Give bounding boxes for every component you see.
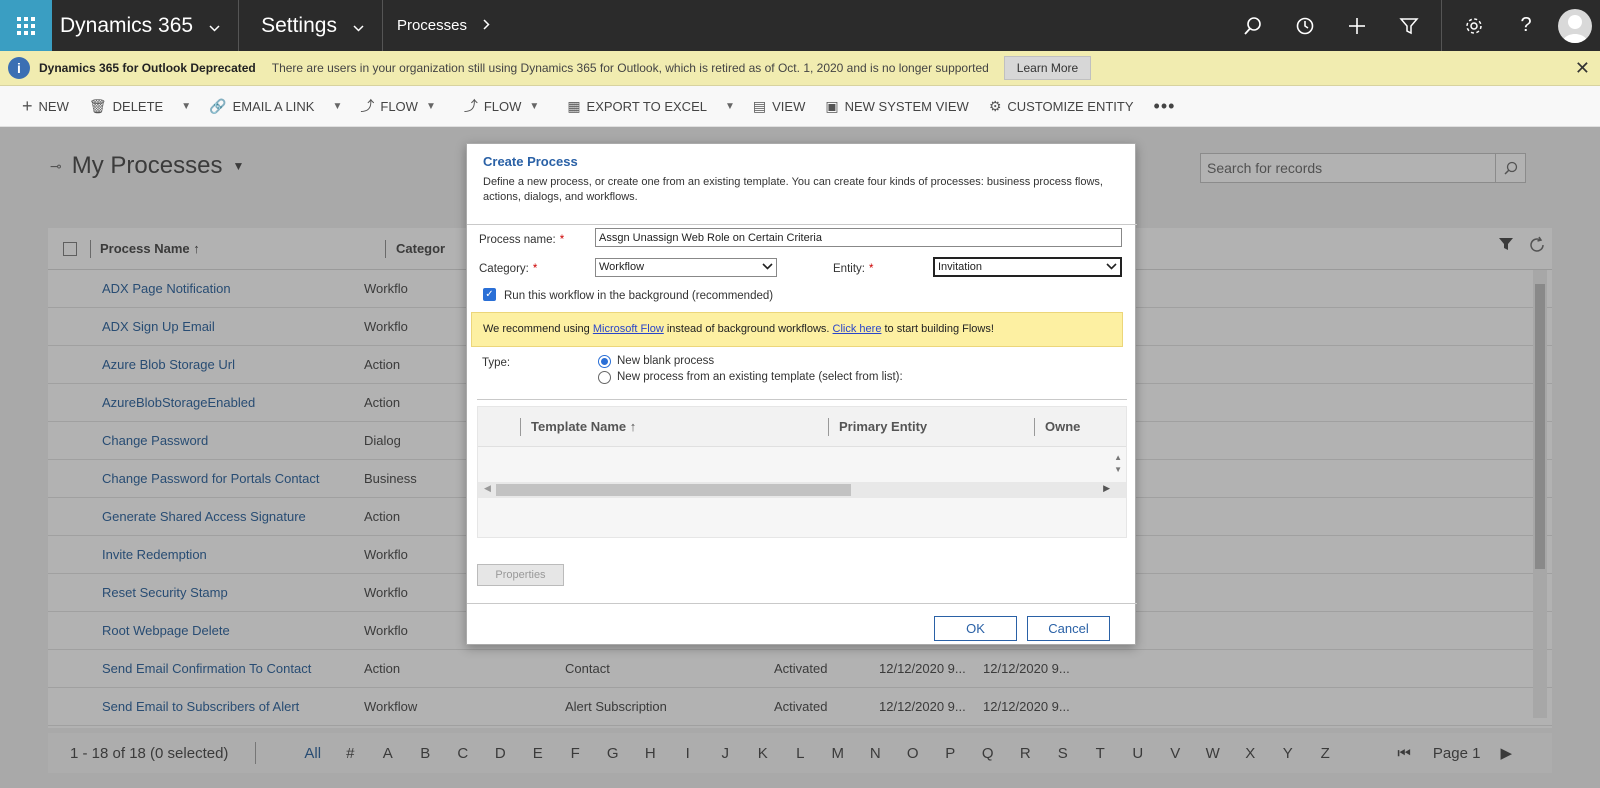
dialog-description: Define a new process, or create one from… (483, 176, 1103, 203)
template-grid-hscroll[interactable]: ◀ ▶ (478, 482, 1126, 498)
help-icon[interactable]: ? (1500, 0, 1552, 51)
chevron-down-icon (1106, 259, 1117, 276)
chevron-down-icon (762, 259, 773, 276)
customize-icon: ⚙ (988, 97, 1002, 114)
view-button[interactable]: ▤ VIEW (743, 86, 815, 127)
banner-title: Dynamics 365 for Outlook Deprecated (39, 61, 256, 75)
flow-icon: ⤴ (463, 98, 478, 114)
email-dropdown-icon[interactable]: ▼ (324, 101, 350, 112)
click-here-link[interactable]: Click here (833, 323, 882, 335)
microsoft-flow-link[interactable]: Microsoft Flow (593, 323, 664, 335)
customize-label: CUSTOMIZE ENTITY (1007, 98, 1134, 114)
chevron-down-icon (209, 14, 220, 38)
filter-icon[interactable] (1383, 0, 1435, 51)
breadcrumb[interactable]: Processes (383, 0, 504, 51)
dialog-title: Create Process (483, 154, 578, 169)
rec-text-middle: instead of background workflows. (663, 323, 833, 335)
chevron-right-icon (483, 17, 490, 34)
rec-text-suffix: to start building Flows! (881, 323, 994, 335)
scroll-left-icon[interactable]: ◀ (484, 483, 491, 494)
rec-text-prefix: We recommend using (483, 323, 593, 335)
new-button[interactable]: + NEW (0, 86, 79, 127)
template-process-radio[interactable] (598, 371, 611, 384)
scroll-right-icon[interactable]: ▶ (1103, 483, 1110, 494)
email-link-button[interactable]: 🔗 EMAIL A LINK (199, 86, 324, 127)
app-switcher[interactable]: Dynamics 365 (52, 0, 240, 51)
view-label: VIEW (772, 98, 806, 114)
plus-icon[interactable] (1331, 0, 1383, 51)
properties-button[interactable]: Properties (477, 564, 564, 586)
column-header-primary-entity[interactable]: Primary Entity (839, 419, 1034, 434)
area-title: Settings (261, 13, 337, 37)
excel-icon: ▦ (567, 97, 581, 114)
entity-label: Entity: * (833, 263, 874, 275)
deprecation-banner: i Dynamics 365 for Outlook Deprecated Th… (0, 51, 1600, 86)
category-value: Workflow (599, 261, 645, 273)
delete-button[interactable]: 🗑 DELETE (79, 86, 173, 127)
new-blank-process-label: New blank process (617, 355, 715, 367)
flow-label: FLOW (380, 98, 418, 114)
sort-up-icon: ↑ (629, 419, 637, 434)
plus-icon: + (22, 95, 33, 116)
delete-label: DELETE (112, 98, 164, 114)
category-label: Category: * (479, 263, 538, 275)
vertical-scroll-arrows[interactable]: ▲ ▼ (1114, 452, 1122, 476)
export-dropdown-icon[interactable]: ▼ (717, 101, 743, 112)
top-nav-bar: Dynamics 365 Settings Processes ? (0, 0, 1600, 51)
export-label: EXPORT TO EXCEL (586, 98, 707, 114)
create-process-dialog: Create Process Define a new process, or … (466, 143, 1137, 645)
breadcrumb-processes: Processes (396, 17, 467, 34)
info-icon: i (8, 57, 30, 79)
delete-dropdown-icon[interactable]: ▼ (173, 101, 199, 112)
trash-icon: 🗑 (88, 97, 107, 114)
background-checkbox[interactable]: ✓ (483, 288, 496, 301)
system-view-icon: ▣ (825, 97, 839, 114)
background-checkbox-label: Run this workflow in the background (rec… (504, 290, 774, 302)
export-excel-button[interactable]: ▦ EXPORT TO EXCEL (557, 86, 717, 127)
category-select[interactable]: Workflow (595, 258, 777, 277)
flow-button-2[interactable]: ⤴ FLOW ▼ (454, 86, 557, 127)
link-icon: 🔗 (209, 97, 227, 114)
view-icon: ▤ (752, 97, 767, 114)
banner-message: There are users in your organization sti… (271, 61, 989, 75)
column-header-owner[interactable]: Owne (1045, 419, 1080, 434)
template-grid-header: Template Name ↑ Primary Entity Owne (478, 407, 1126, 447)
column-template-label: Template Name (531, 419, 627, 434)
new-blank-process-radio[interactable] (598, 355, 611, 368)
search-icon[interactable] (1227, 0, 1279, 51)
cancel-button[interactable]: Cancel (1027, 616, 1110, 641)
learn-more-button[interactable]: Learn More (1003, 56, 1092, 80)
gear-icon[interactable] (1448, 0, 1500, 51)
chevron-down-icon: ▼ (425, 100, 436, 112)
process-name-input[interactable] (595, 228, 1122, 247)
close-icon[interactable]: ✕ (1575, 58, 1590, 79)
app-title: Dynamics 365 (60, 13, 194, 37)
chevron-down-icon (353, 14, 364, 38)
new-label: NEW (38, 98, 69, 114)
entity-value: Invitation (938, 260, 983, 273)
flow-label-2: FLOW (483, 98, 522, 114)
command-bar: + NEW 🗑 DELETE ▼ 🔗 EMAIL A LINK ▼ ⤴ FLOW… (0, 86, 1600, 127)
history-icon[interactable] (1279, 0, 1331, 51)
flow-icon: ⤴ (360, 98, 375, 114)
more-commands-icon[interactable]: ••• (1144, 86, 1186, 127)
template-process-label: New process from an existing template (s… (617, 371, 903, 383)
new-system-view-button[interactable]: ▣ NEW SYSTEM VIEW (815, 86, 978, 127)
app-launcher-icon[interactable] (0, 0, 52, 51)
column-header-template-name[interactable]: Template Name ↑ (531, 419, 828, 434)
flow-recommendation: We recommend using Microsoft Flow instea… (471, 312, 1123, 347)
entity-select[interactable]: Invitation (933, 257, 1122, 277)
process-name-label: Process name: * (479, 234, 565, 246)
chevron-down-icon: ▼ (529, 100, 540, 112)
customize-entity-button[interactable]: ⚙ CUSTOMIZE ENTITY (979, 86, 1144, 127)
area-switcher[interactable]: Settings (239, 0, 383, 51)
flow-button[interactable]: ⤴ FLOW ▼ (350, 86, 453, 127)
avatar[interactable] (1558, 8, 1592, 43)
ok-button[interactable]: OK (934, 616, 1017, 641)
email-link-label: EMAIL A LINK (232, 98, 315, 114)
type-label: Type: (482, 357, 511, 369)
new-system-view-label: NEW SYSTEM VIEW (844, 98, 969, 114)
template-grid: Template Name ↑ Primary Entity Owne ▲ ▼ ◀… (477, 406, 1127, 538)
